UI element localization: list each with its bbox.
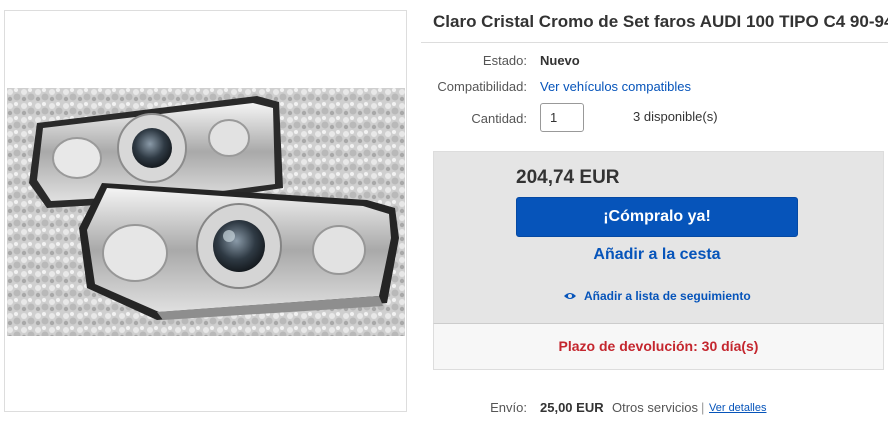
add-to-watchlist-link[interactable]: Añadir a lista de seguimiento [564, 289, 751, 303]
compatible-vehicles-link[interactable]: Ver vehículos compatibles [540, 79, 691, 94]
shipping-details-link[interactable]: Ver detalles [709, 402, 766, 414]
shipping-cost: 25,00 EUR [540, 400, 604, 415]
product-title: Claro Cristal Cromo de Set faros AUDI 10… [433, 12, 888, 31]
shipping-separator: | [701, 400, 705, 415]
condition-value: Nuevo [540, 53, 580, 68]
product-image-frame [4, 10, 407, 412]
price: 204,74 EUR [516, 167, 620, 188]
compatibility-label: Compatibilidad: [437, 79, 527, 94]
buy-now-button[interactable]: ¡Cómpralo ya! [516, 197, 798, 237]
quantity-label: Cantidad: [471, 111, 527, 126]
watchlist-label: Añadir a lista de seguimiento [584, 289, 751, 303]
return-period: Plazo de devolución: 30 día(s) [558, 338, 759, 354]
available-quantity: 3 disponible(s) [633, 109, 718, 124]
quantity-input[interactable]: 1 [540, 103, 584, 132]
condition-label: Estado: [482, 53, 527, 68]
shipping-label: Envío: [490, 400, 527, 415]
title-divider [421, 42, 888, 43]
eye-icon [564, 293, 576, 299]
headlights-image [7, 88, 405, 336]
product-photo[interactable] [7, 88, 405, 336]
shipping-service: Otros servicios [612, 400, 698, 415]
add-to-cart-button[interactable]: Añadir a la cesta [516, 246, 798, 264]
